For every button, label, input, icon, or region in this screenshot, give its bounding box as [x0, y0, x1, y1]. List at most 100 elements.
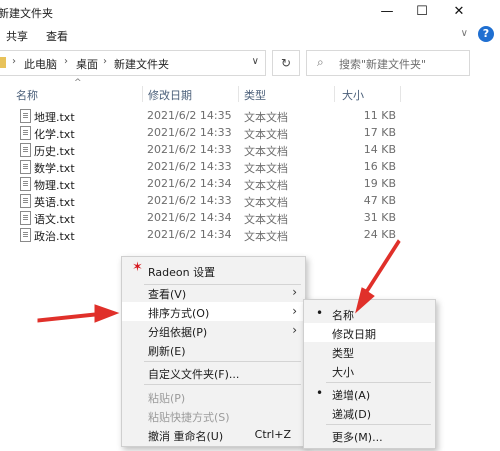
close-button[interactable]: ✕: [442, 2, 476, 22]
menu-separator: [326, 424, 431, 425]
file-size: 16 KB: [363, 160, 396, 173]
folder-icon: [0, 57, 6, 68]
menu-item-refresh[interactable]: 刷新(E): [122, 340, 305, 359]
menu-separator: [144, 361, 301, 362]
file-date: 2021/6/2 14:33: [147, 126, 232, 139]
menu-item-radeon-settings[interactable]: ✶ Radeon 设置: [122, 260, 305, 282]
tab-view[interactable]: 查看: [46, 28, 68, 44]
search-placeholder: 搜索"新建文件夹": [339, 58, 427, 71]
text-file-icon: [20, 228, 31, 242]
selected-bullet-icon: •: [316, 386, 324, 400]
column-divider[interactable]: [238, 86, 239, 102]
maximize-button[interactable]: ☐: [405, 2, 439, 22]
radeon-icon: ✶: [132, 260, 143, 275]
file-size: 31 KB: [363, 211, 396, 224]
column-header-date[interactable]: 修改日期: [148, 87, 192, 103]
file-size: 19 KB: [363, 177, 396, 190]
text-file-icon: [20, 126, 31, 140]
sort-option-name[interactable]: • 名称: [304, 304, 435, 323]
column-header-row: ^ 名称 修改日期 类型 大小: [0, 78, 500, 104]
file-size: 24 KB: [363, 228, 396, 241]
column-header-name[interactable]: 名称: [16, 87, 38, 103]
file-row[interactable]: 政治.txt 2021/6/2 14:34 文本文档 24 KB: [0, 226, 500, 243]
sort-option-ascending[interactable]: • 递增(A): [304, 384, 435, 403]
address-dropdown-icon[interactable]: ∨: [252, 56, 259, 67]
menu-item-customize-folder[interactable]: 自定义文件夹(F)...: [122, 363, 305, 382]
column-divider[interactable]: [142, 86, 143, 102]
breadcrumb-desktop[interactable]: 桌面: [76, 56, 98, 72]
file-type: 文本文档: [244, 179, 288, 192]
file-type: 文本文档: [244, 196, 288, 209]
ribbon-collapse-icon[interactable]: ∨: [461, 28, 468, 39]
file-row[interactable]: 语文.txt 2021/6/2 14:34 文本文档 31 KB: [0, 209, 500, 226]
breadcrumb-separator-icon: ›: [12, 56, 16, 67]
file-date: 2021/6/2 14:34: [147, 211, 232, 224]
file-size: 17 KB: [363, 126, 396, 139]
file-row[interactable]: 地理.txt 2021/6/2 14:35 文本文档 11 KB: [0, 107, 500, 124]
text-file-icon: [20, 109, 31, 123]
file-name: 语文.txt: [34, 213, 75, 226]
submenu-arrow-icon: ›: [292, 304, 297, 318]
sort-ascending-icon: ^: [74, 78, 82, 88]
breadcrumb-new-folder[interactable]: 新建文件夹: [114, 56, 169, 72]
menu-item-undo-rename[interactable]: 撤消 重命名(U) Ctrl+Z: [122, 425, 305, 444]
minimize-button[interactable]: —: [370, 2, 404, 22]
file-name: 化学.txt: [34, 128, 75, 141]
file-row[interactable]: 英语.txt 2021/6/2 14:33 文本文档 47 KB: [0, 192, 500, 209]
column-divider[interactable]: [334, 86, 335, 102]
context-menu: ✶ Radeon 设置 查看(V) › 排序方式(O) › 分组依据(P) › …: [121, 256, 306, 447]
file-date: 2021/6/2 14:33: [147, 194, 232, 207]
title-bar: 新建文件夹 — ☐ ✕: [0, 0, 500, 24]
file-type: 文本文档: [244, 145, 288, 158]
sort-option-more[interactable]: 更多(M)...: [304, 426, 435, 445]
breadcrumb-separator-icon: ›: [64, 56, 68, 67]
text-file-icon: [20, 177, 31, 191]
sort-submenu: • 名称 修改日期 类型 大小 • 递增(A) 递减(D) 更多(M)...: [303, 299, 436, 449]
file-name: 政治.txt: [34, 230, 75, 243]
file-type: 文本文档: [244, 128, 288, 141]
ribbon: 共享 查看 ∨ ?: [0, 24, 500, 46]
breadcrumb-separator-icon: ›: [103, 56, 107, 67]
menu-item-sort-by[interactable]: 排序方式(O) ›: [122, 302, 305, 321]
text-file-icon: [20, 194, 31, 208]
file-type: 文本文档: [244, 162, 288, 175]
submenu-arrow-icon: ›: [292, 323, 297, 337]
file-row[interactable]: 历史.txt 2021/6/2 14:33 文本文档 14 KB: [0, 141, 500, 158]
window-title: 新建文件夹: [0, 7, 53, 20]
file-row[interactable]: 物理.txt 2021/6/2 14:34 文本文档 19 KB: [0, 175, 500, 192]
file-date: 2021/6/2 14:34: [147, 228, 232, 241]
file-row[interactable]: 数学.txt 2021/6/2 14:33 文本文档 16 KB: [0, 158, 500, 175]
menu-item-group-by[interactable]: 分组依据(P) ›: [122, 321, 305, 340]
menu-separator: [326, 382, 431, 383]
column-divider[interactable]: [400, 86, 401, 102]
column-header-type[interactable]: 类型: [244, 87, 266, 103]
file-size: 14 KB: [363, 143, 396, 156]
search-input[interactable]: ⌕ 搜索"新建文件夹": [306, 50, 470, 76]
column-header-size[interactable]: 大小: [342, 87, 364, 103]
text-file-icon: [20, 160, 31, 174]
annotation-arrow-left: [37, 304, 120, 323]
menu-item-paste-shortcut[interactable]: 粘贴快捷方式(S): [122, 406, 305, 425]
file-type: 文本文档: [244, 213, 288, 226]
file-type: 文本文档: [244, 230, 288, 243]
menu-item-paste[interactable]: 粘贴(P): [122, 387, 305, 406]
file-row[interactable]: 化学.txt 2021/6/2 14:33 文本文档 17 KB: [0, 124, 500, 141]
shortcut-label: Ctrl+Z: [254, 428, 291, 441]
breadcrumb-this-pc[interactable]: 此电脑: [24, 56, 57, 72]
sort-option-size[interactable]: 大小: [304, 361, 435, 380]
sort-option-type[interactable]: 类型: [304, 342, 435, 361]
address-row: › 此电脑 › 桌面 › 新建文件夹 ∨ ↻ ⌕ 搜索"新建文件夹": [0, 50, 500, 78]
tab-share[interactable]: 共享: [6, 28, 28, 44]
file-name: 地理.txt: [34, 111, 75, 124]
sort-option-date[interactable]: 修改日期: [304, 323, 435, 342]
file-type: 文本文档: [244, 111, 288, 124]
text-file-icon: [20, 211, 31, 225]
file-date: 2021/6/2 14:35: [147, 109, 232, 122]
file-date: 2021/6/2 14:33: [147, 160, 232, 173]
sort-option-descending[interactable]: 递减(D): [304, 403, 435, 422]
menu-item-view[interactable]: 查看(V) ›: [122, 283, 305, 302]
help-icon[interactable]: ?: [478, 26, 494, 42]
submenu-arrow-icon: ›: [292, 285, 297, 299]
address-bar[interactable]: › 此电脑 › 桌面 › 新建文件夹 ∨: [0, 50, 266, 76]
refresh-button[interactable]: ↻: [272, 50, 300, 76]
